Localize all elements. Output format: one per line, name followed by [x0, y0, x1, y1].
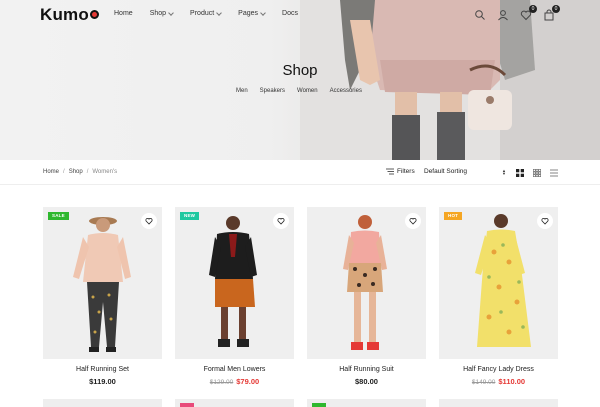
price-current: $110.00 — [498, 377, 526, 386]
price-current: $79.00 — [236, 377, 260, 386]
logo[interactable]: Kumo — [40, 5, 99, 25]
product-image[interactable]: NEW — [175, 207, 294, 359]
product-card-partial[interactable] — [307, 399, 426, 407]
nav-label: Shop — [149, 10, 167, 17]
chevron-down-icon — [168, 9, 174, 16]
view-switcher — [516, 169, 558, 177]
heart-icon — [541, 218, 549, 225]
nav-item-shop[interactable]: Shop — [149, 9, 174, 17]
product-image[interactable]: HOT — [439, 207, 558, 359]
product-name[interactable]: Half Running Suit — [307, 366, 426, 373]
product-price: $149.00 $110.00 — [439, 377, 558, 386]
sort-select[interactable]: Default Sorting ▲ ▼ — [424, 168, 508, 176]
nav-item-pages[interactable]: Pages — [238, 9, 266, 17]
category-link-men[interactable]: Men — [236, 88, 248, 94]
search-icon — [475, 10, 485, 20]
wishlist-count-badge: 0 — [529, 5, 537, 13]
product-tag — [312, 403, 326, 407]
product-tag: NEW — [180, 212, 200, 220]
product-price: $80.00 — [307, 377, 426, 386]
filter-lines-icon — [386, 168, 394, 175]
filters-label: Filters — [397, 168, 415, 175]
product-photo-half-running-set — [43, 207, 162, 359]
nav-label: Product — [190, 10, 215, 17]
price-current: $80.00 — [355, 377, 378, 386]
breadcrumb-current: Women's — [92, 169, 118, 175]
select-arrows-icon: ▲ ▼ — [502, 168, 506, 176]
product-image[interactable] — [307, 207, 426, 359]
nav-item-home[interactable]: Home — [114, 10, 133, 17]
shop-toolbar: Home / Shop / Women's Filters Default So… — [0, 161, 600, 185]
grid-large-icon[interactable] — [516, 169, 524, 177]
hero-banner: Kumo Home Shop Product Pages Docs 0 0 Sh… — [0, 0, 600, 160]
price-current: $119.00 — [89, 377, 116, 386]
site-header: Kumo Home Shop Product Pages Docs 0 0 — [0, 0, 600, 30]
main-nav: Home Shop Product Pages Docs — [114, 9, 315, 17]
wishlist-button[interactable]: 0 — [520, 5, 537, 21]
breadcrumb-separator: / — [86, 169, 89, 175]
product-tag — [180, 403, 194, 407]
category-links: Men Speakers Women Accessories — [236, 88, 362, 94]
price-old: $129.00 — [209, 379, 234, 386]
product-image[interactable]: SALE — [43, 207, 162, 359]
product-photo-half-running-suit — [307, 207, 426, 359]
product-name[interactable]: Formal Men Lowers — [175, 366, 294, 373]
user-icon — [498, 10, 508, 21]
grid-small-icon[interactable] — [533, 169, 541, 177]
chevron-down-icon — [260, 9, 266, 16]
heart-icon — [277, 218, 285, 225]
product-photo-half-fancy-lady-dress — [439, 207, 558, 359]
product-tag: HOT — [444, 212, 463, 220]
category-link-accessories[interactable]: Accessories — [330, 88, 362, 94]
product-price: $129.00 $79.00 — [175, 377, 294, 386]
product-tag: SALE — [48, 212, 69, 220]
cart-count-badge: 0 — [552, 5, 560, 13]
page-title: Shop — [282, 62, 318, 79]
category-link-speakers[interactable]: Speakers — [260, 88, 285, 94]
product-card-partial[interactable] — [175, 399, 294, 407]
account-button[interactable] — [497, 8, 509, 21]
nav-label: Home — [114, 10, 133, 17]
nav-item-product[interactable]: Product — [190, 9, 223, 17]
price-old: $149.00 — [471, 379, 496, 386]
product-name[interactable]: Half Running Set — [43, 366, 162, 373]
breadcrumb: Home / Shop / Women's — [43, 169, 117, 175]
nav-label: Pages — [238, 10, 259, 17]
sort-value: Default Sorting — [424, 168, 467, 175]
breadcrumb-shop[interactable]: Shop — [69, 169, 83, 175]
logo-dot-icon — [89, 10, 99, 19]
cart-button[interactable]: 0 — [543, 5, 560, 21]
heart-icon — [409, 218, 417, 225]
product-photo-formal-men-lowers — [175, 207, 294, 359]
breadcrumb-home[interactable]: Home — [43, 169, 59, 175]
nav-label: Docs — [282, 10, 298, 17]
category-link-women[interactable]: Women — [297, 88, 318, 94]
heart-icon — [145, 218, 153, 225]
nav-item-docs[interactable]: Docs — [282, 10, 298, 17]
add-to-wishlist-button[interactable] — [405, 213, 421, 229]
add-to-wishlist-button[interactable] — [273, 213, 289, 229]
product-price: $119.00 — [43, 377, 162, 386]
product-card-partial[interactable] — [439, 399, 558, 407]
product-card-partial[interactable] — [43, 399, 162, 407]
list-view-icon[interactable] — [550, 169, 558, 177]
product-name[interactable]: Half Fancy Lady Dress — [439, 366, 558, 373]
logo-text: Kumo — [40, 5, 89, 24]
chevron-down-icon — [216, 9, 223, 16]
add-to-wishlist-button[interactable] — [141, 213, 157, 229]
filters-button[interactable]: Filters — [386, 168, 415, 175]
add-to-wishlist-button[interactable] — [537, 213, 553, 229]
header-actions: 0 0 — [474, 5, 560, 21]
breadcrumb-separator: / — [63, 169, 65, 175]
search-button[interactable] — [474, 8, 486, 20]
